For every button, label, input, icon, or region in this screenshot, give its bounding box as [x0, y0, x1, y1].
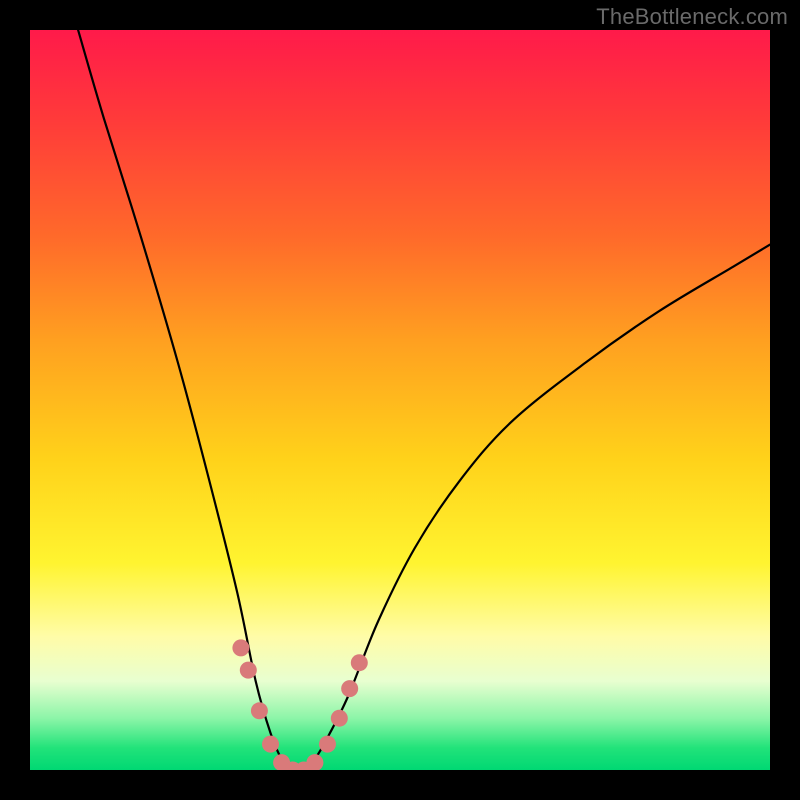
bottleneck-curve [78, 30, 770, 770]
highlight-dot [351, 654, 368, 671]
highlight-dot [240, 662, 257, 679]
watermark-text: TheBottleneck.com [596, 4, 788, 30]
chart-plot-area [30, 30, 770, 770]
highlight-dot [331, 710, 348, 727]
highlight-dot [251, 702, 268, 719]
highlight-dots [232, 639, 367, 770]
chart-frame: TheBottleneck.com [0, 0, 800, 800]
highlight-dot [262, 736, 279, 753]
highlight-dot [319, 736, 336, 753]
highlight-dot [306, 754, 323, 770]
highlight-dot [341, 680, 358, 697]
chart-svg [30, 30, 770, 770]
highlight-dot [232, 639, 249, 656]
